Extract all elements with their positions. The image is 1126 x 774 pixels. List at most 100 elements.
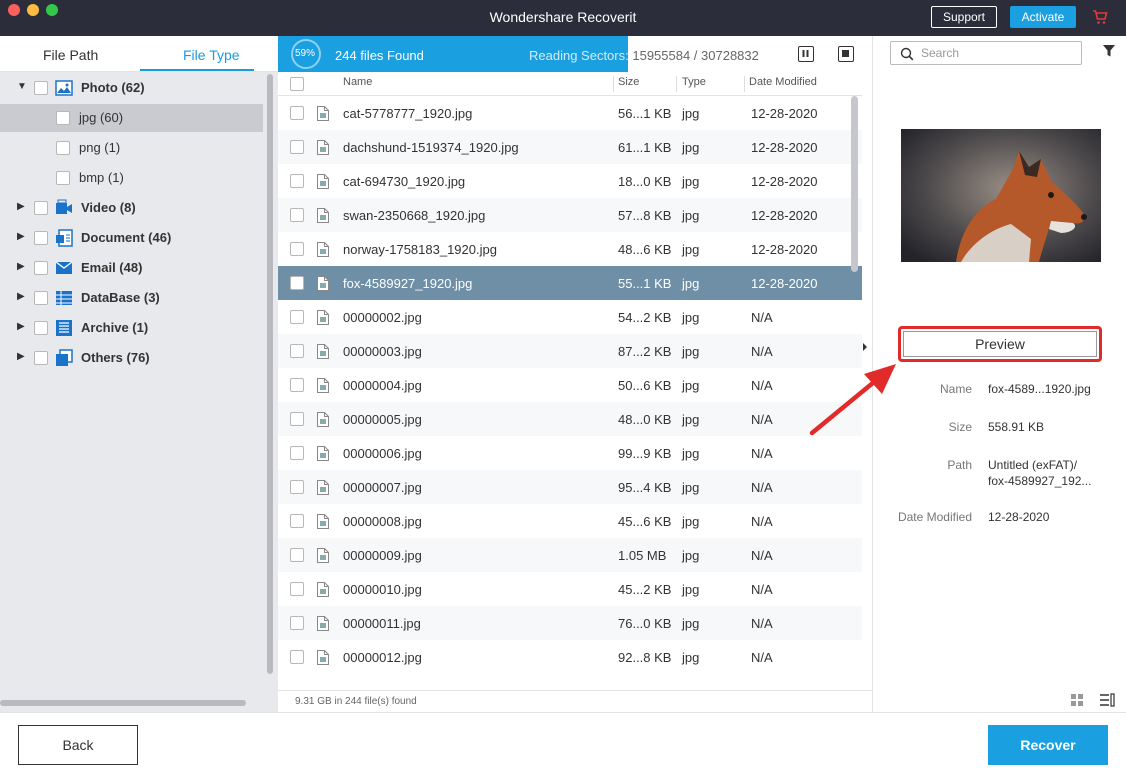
pause-button[interactable] [798,46,814,62]
checkbox[interactable] [34,351,48,365]
row-checkbox[interactable] [290,140,304,154]
table-row[interactable]: fox-4589927_1920.jpg 55...1 KB jpg 12-28-20… [278,266,862,300]
table-row[interactable]: 00000010.jpg 45...2 KB jpg N/A [278,572,862,606]
sidebar-item-email[interactable]: ▶ Email (48) [0,254,263,282]
file-name: 00000011.jpg [343,616,421,631]
others-icon [56,349,73,366]
table-row[interactable]: 00000003.jpg 87...2 KB jpg N/A [278,334,862,368]
sidebar-item-jpg[interactable]: jpg (60) [0,104,263,132]
chevron-right-icon[interactable]: ▶ [17,351,25,362]
table-row[interactable]: 00000012.jpg 92...8 KB jpg N/A [278,640,862,674]
recover-button[interactable]: Recover [988,725,1108,765]
sidebar-item-others[interactable]: ▶ Others (76) [0,344,263,372]
cart-icon[interactable] [1092,9,1108,25]
table-row[interactable]: norway-1758183_1920.jpg 48...6 KB jpg 12-28… [278,232,862,266]
row-checkbox[interactable] [290,582,304,596]
tab-file-path[interactable]: File Path [43,47,98,63]
checkbox[interactable] [34,231,48,245]
list-view-icon[interactable] [1099,693,1115,707]
checkbox[interactable] [34,321,48,335]
file-name: 00000008.jpg [343,514,422,529]
row-checkbox[interactable] [290,650,304,664]
status-bar: 9.31 GB in 244 file(s) found [278,690,872,712]
checkbox[interactable] [56,141,70,155]
table-row[interactable]: 00000011.jpg 76...0 KB jpg N/A [278,606,862,640]
back-button[interactable]: Back [18,725,138,765]
image-file-icon [317,140,329,155]
sidebar-item-document[interactable]: ▶ Document (46) [0,224,263,252]
table-row[interactable]: dachshund-1519374_1920.jpg 61...1 KB jpg 12… [278,130,862,164]
sidebar-item-archive[interactable]: ▶ Archive (1) [0,314,263,342]
chevron-right-icon[interactable]: ▶ [17,321,25,332]
sidebar-item-label: Document (46) [81,230,172,245]
column-name[interactable]: Name [343,76,372,88]
chevron-down-icon[interactable]: ▼ [17,81,27,92]
row-checkbox[interactable] [290,208,304,222]
column-type[interactable]: Type [682,76,706,88]
row-checkbox[interactable] [290,514,304,528]
file-size: 95...4 KB [618,480,672,495]
row-checkbox[interactable] [290,378,304,392]
sidebar-horizontal-scrollbar[interactable] [0,700,246,706]
search-input[interactable] [921,45,1071,61]
checkbox[interactable] [34,201,48,215]
row-checkbox[interactable] [290,412,304,426]
table-row[interactable]: 00000007.jpg 95...4 KB jpg N/A [278,470,862,504]
file-name: 00000012.jpg [343,650,422,665]
image-file-icon [317,276,329,291]
database-icon [56,291,72,305]
sidebar-item-png[interactable]: png (1) [0,134,263,162]
grid-view-icon[interactable] [1070,693,1084,707]
search-box[interactable] [890,41,1082,65]
chevron-right-icon[interactable]: ▶ [17,201,25,212]
row-checkbox[interactable] [290,616,304,630]
image-file-icon [317,650,329,665]
row-checkbox[interactable] [290,446,304,460]
file-type: jpg [682,276,700,291]
chevron-right-icon[interactable]: ▶ [17,261,25,272]
chevron-right-icon[interactable]: ▶ [17,231,25,242]
preview-button[interactable]: Preview [898,326,1102,362]
row-checkbox[interactable] [290,174,304,188]
table-row[interactable]: 00000005.jpg 48...0 KB jpg N/A [278,402,862,436]
column-size[interactable]: Size [618,76,639,88]
collapse-preview-icon[interactable] [863,343,867,351]
chevron-right-icon[interactable]: ▶ [17,291,25,302]
sidebar-scrollbar[interactable] [267,74,273,674]
checkbox[interactable] [34,81,48,95]
table-row[interactable]: 00000009.jpg 1.05 MB jpg N/A [278,538,862,572]
row-checkbox[interactable] [290,480,304,494]
row-checkbox[interactable] [290,106,304,120]
table-row[interactable]: 00000004.jpg 50...6 KB jpg N/A [278,368,862,402]
select-all-checkbox[interactable] [290,77,304,91]
table-row[interactable]: 00000002.jpg 54...2 KB jpg N/A [278,300,862,334]
table-row[interactable]: cat-5778777_1920.jpg 56...1 KB jpg 12-28-20… [278,96,862,130]
row-checkbox[interactable] [290,242,304,256]
row-checkbox[interactable] [290,276,304,290]
activate-button[interactable]: Activate [1010,6,1076,28]
sidebar-item-bmp[interactable]: bmp (1) [0,164,263,192]
row-checkbox[interactable] [290,548,304,562]
sidebar-item-photo[interactable]: ▼ Photo (62) [0,74,263,102]
file-date-modified: 12-28-2020 [751,140,818,155]
checkbox[interactable] [56,171,70,185]
row-checkbox[interactable] [290,344,304,358]
stop-button[interactable] [838,46,854,62]
sidebar-item-database[interactable]: ▶ DataBase (3) [0,284,263,312]
table-scrollbar[interactable] [851,96,858,272]
table-row[interactable]: 00000006.jpg 99...9 KB jpg N/A [278,436,862,470]
checkbox[interactable] [34,261,48,275]
filter-icon[interactable] [1102,44,1116,58]
file-type: jpg [682,412,700,427]
tab-file-type[interactable]: File Type [183,47,240,63]
table-row[interactable]: 00000008.jpg 45...6 KB jpg N/A [278,504,862,538]
row-checkbox[interactable] [290,310,304,324]
checkbox[interactable] [34,291,48,305]
support-button[interactable]: Support [931,6,997,28]
column-date-modified[interactable]: Date Modified [749,76,817,88]
table-row[interactable]: swan-2350668_1920.jpg 57...8 KB jpg 12-28-2… [278,198,862,232]
sidebar-item-video[interactable]: ▶ Video (8) [0,194,263,222]
sidebar-item-label: DataBase (3) [81,290,160,305]
checkbox[interactable] [56,111,70,125]
table-row[interactable]: cat-694730_1920.jpg 18...0 KB jpg 12-28-202… [278,164,862,198]
